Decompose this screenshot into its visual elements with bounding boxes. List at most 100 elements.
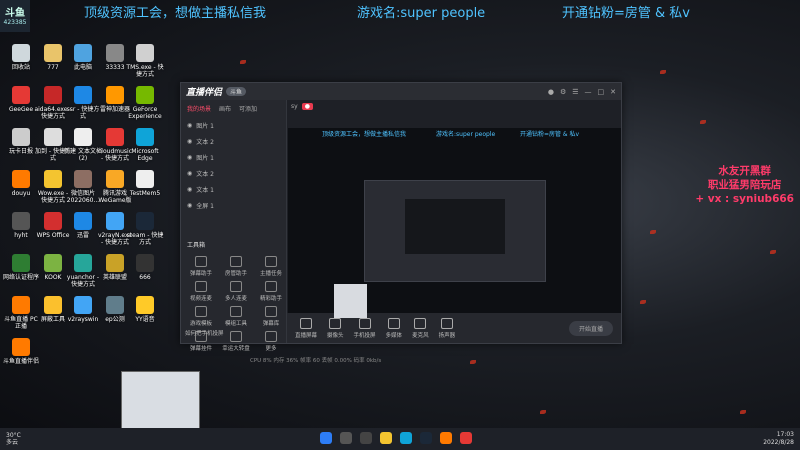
app-icon <box>74 44 92 62</box>
phone-cast-button[interactable]: 手机投屏 <box>354 317 376 339</box>
toolbox-label: 工具箱 <box>187 242 206 249</box>
desktop-icon[interactable]: Microsoft Edge <box>126 128 164 162</box>
desktop-icon[interactable]: TestMem5 <box>126 170 164 197</box>
app-icon <box>44 254 62 272</box>
scene-label: 图片 1 <box>196 122 214 130</box>
file-explorer-icon[interactable] <box>380 432 392 444</box>
maximize-icon[interactable]: □ <box>598 88 605 96</box>
tool-item[interactable]: 视频连麦 <box>185 281 217 302</box>
app-icon <box>44 86 62 104</box>
app-icon <box>74 128 92 146</box>
app-icon <box>44 296 62 314</box>
clock-date: 2022/8/28 <box>763 439 794 446</box>
app-icon <box>74 296 92 314</box>
desktop-icon[interactable]: 斗鱼直播伴侣 <box>2 338 40 365</box>
leaf-decoration <box>650 230 656 234</box>
start-live-button[interactable]: 开始直播 <box>568 320 613 336</box>
tab-canvas[interactable]: 画布 <box>219 104 231 113</box>
app-icon <box>136 254 154 272</box>
live-companion-window[interactable]: 直播伴侣 斗鱼 ● ⚙ ☰ — □ ✕ 我的场景 画布 可添加 ◉ 图片 1 ◉ 文本… <box>180 82 622 352</box>
eye-icon[interactable]: ◉ <box>187 202 192 209</box>
streamer-badge: 斗鱼 423385 <box>0 0 30 32</box>
tool-item[interactable]: 精彩助手 <box>255 281 287 302</box>
media-label: 多媒体 <box>385 332 403 339</box>
tool-icon <box>195 281 207 292</box>
app-icon <box>106 128 124 146</box>
microphone-button[interactable]: 麦克风 <box>412 317 429 339</box>
tool-icon <box>195 256 207 267</box>
steam-icon[interactable] <box>420 432 432 444</box>
screen-capture-button[interactable]: 直播屏幕 <box>295 317 317 339</box>
promo-line-3: + vx : syniub666 <box>695 193 794 205</box>
scene-panel: 我的场景 画布 可添加 ◉ 图片 1 ◉ 文本 2 ◉ 图片 1 ◉ 文本 2 ◉ 文本 1 ◉ 全屏… <box>181 100 287 352</box>
eye-icon[interactable]: ◉ <box>187 170 192 177</box>
desktop-icon[interactable]: GeForce Experience <box>126 86 164 120</box>
desktop-icon[interactable]: 666 <box>126 254 164 281</box>
canvas-overlay-3: 开通钻粉=房管 & 私v <box>520 131 580 138</box>
scene-item[interactable]: ◉ 文本 2 <box>181 165 286 181</box>
leaf-decoration <box>740 410 746 414</box>
live-companion-icon[interactable] <box>460 432 472 444</box>
tool-label: 更多 <box>265 346 277 352</box>
scene-item[interactable]: ◉ 图片 1 <box>181 117 286 133</box>
tool-item[interactable]: 多人连麦 <box>220 281 252 302</box>
app-icon <box>12 338 30 356</box>
system-clock[interactable]: 17:03 2022/8/28 <box>763 431 794 447</box>
tool-item[interactable]: 房管助手 <box>220 256 252 277</box>
menu-icon[interactable]: ☰ <box>572 88 578 96</box>
speaker-button[interactable]: 扬声器 <box>439 317 455 339</box>
eye-icon[interactable]: ◉ <box>187 138 192 145</box>
scene-list: ◉ 图片 1 ◉ 文本 2 ◉ 图片 1 ◉ 文本 2 ◉ 文本 1 ◉ 全屏 1 <box>181 117 286 213</box>
avatar-icon[interactable]: ● <box>548 88 554 96</box>
leaf-decoration <box>660 70 666 74</box>
desktop-icon[interactable]: TMS.exe - 快捷方式 <box>126 44 164 78</box>
camera-button[interactable]: 摄像头 <box>327 317 344 339</box>
tool-item[interactable]: 弹幕库 <box>255 306 287 327</box>
preview-webcam <box>334 284 367 318</box>
tab-my-scenes[interactable]: 我的场景 <box>187 104 211 113</box>
app-icon <box>106 44 124 62</box>
tool-item[interactable]: 弹幕助手 <box>185 256 217 277</box>
app-icon <box>74 170 92 188</box>
minimize-icon[interactable]: — <box>585 88 592 96</box>
tool-item[interactable]: 游戏模板 <box>185 306 217 327</box>
tab-addable[interactable]: 可添加 <box>239 104 257 113</box>
scene-item[interactable]: ◉ 文本 1 <box>181 181 286 197</box>
desktop-icon[interactable]: steam - 快捷方式 <box>126 212 164 246</box>
close-icon[interactable]: ✕ <box>610 88 616 96</box>
windows-start-icon[interactable] <box>320 432 332 444</box>
media-button[interactable]: 多媒体 <box>385 317 403 339</box>
scene-item[interactable]: ◉ 图片 1 <box>181 149 286 165</box>
app-icon <box>74 86 92 104</box>
eye-icon[interactable]: ◉ <box>187 154 192 161</box>
scene-item[interactable]: ◉ 全屏 1 <box>181 197 286 213</box>
tool-icon <box>230 331 242 342</box>
notice-link[interactable]: 如何把手机投屏 <box>185 329 224 337</box>
tool-item[interactable]: 幸运大转盘 <box>220 331 252 352</box>
tool-item[interactable]: 主播任务 <box>255 256 287 277</box>
app-titlebar[interactable]: 直播伴侣 斗鱼 ● ⚙ ☰ — □ ✕ <box>181 83 621 100</box>
scene-item[interactable]: ◉ 文本 2 <box>181 133 286 149</box>
desktop-icon-label: TestMem5 <box>129 190 161 197</box>
live-indicator[interactable]: ● <box>301 103 313 110</box>
app-icon <box>106 296 124 314</box>
search-icon[interactable] <box>340 432 352 444</box>
app-icon <box>136 128 154 146</box>
weather-widget[interactable]: 30°C 多云 <box>6 432 21 446</box>
tool-item[interactable]: 模组工具 <box>220 306 252 327</box>
settings-icon[interactable]: ⚙ <box>560 88 566 96</box>
version-badge[interactable]: 斗鱼 <box>226 87 247 96</box>
promo-line-1: 水友开黑群 <box>718 165 771 177</box>
task-view-icon[interactable] <box>360 432 372 444</box>
eye-icon[interactable]: ◉ <box>187 186 192 193</box>
preview-area: sy ● 顶级资源工会，想做主播私信我 游戏名:super people 开通钻… <box>287 100 621 316</box>
edge-icon[interactable] <box>400 432 412 444</box>
scene-label: 文本 2 <box>196 170 214 178</box>
desktop-icon[interactable]: YY语音 <box>126 296 164 323</box>
tool-item[interactable]: 更多 <box>255 331 287 352</box>
eye-icon[interactable]: ◉ <box>187 122 192 129</box>
leaf-decoration <box>470 360 476 364</box>
streamer-id: 423385 <box>3 19 27 26</box>
phone-icon <box>358 317 371 329</box>
douyu-icon[interactable] <box>440 432 452 444</box>
